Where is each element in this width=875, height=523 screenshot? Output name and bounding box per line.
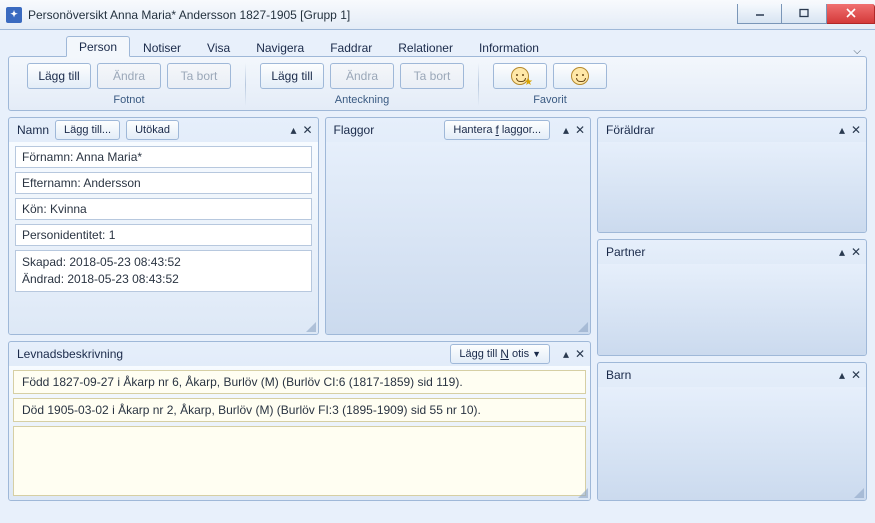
panel-flaggor-body — [326, 142, 590, 334]
favorit-group-label: Favorit — [533, 94, 567, 106]
app-icon: ✦ — [6, 7, 22, 23]
panel-levnads-title: Levnadsbeskrivning — [17, 347, 123, 361]
panel-close-icon[interactable]: ✕ — [850, 123, 862, 137]
resize-grip[interactable] — [852, 486, 864, 498]
panel-barn-body — [598, 387, 866, 500]
anteckning-laggtill-button[interactable]: Lägg till — [260, 63, 324, 89]
levnads-laggtillnotis-button[interactable]: Lägg till Notis ▼ — [450, 344, 550, 364]
field-personidentitet[interactable]: Personidentitet: 1 — [15, 224, 312, 246]
panel-foraldrar-title: Föräldrar — [606, 123, 655, 137]
window-title: Personöversikt Anna Maria* Andersson 182… — [28, 8, 350, 22]
tab-notiser[interactable]: Notiser — [130, 37, 194, 57]
favorit-face-button[interactable] — [553, 63, 607, 89]
workarea: Namn Lägg till... Utökad ▴ ✕ Förnamn: An… — [8, 117, 867, 501]
panel-barn: Barn ▴ ✕ — [597, 362, 867, 501]
panel-foraldrar-body — [598, 142, 866, 232]
panel-pin-icon[interactable]: ▴ — [836, 368, 848, 382]
panel-pin-icon[interactable]: ▴ — [288, 123, 300, 137]
panel-flaggor-title: Flaggor — [334, 123, 375, 137]
field-fornamn[interactable]: Förnamn: Anna Maria* — [15, 146, 312, 168]
anteckning-tabort-button[interactable]: Ta bort — [400, 63, 464, 89]
life-event-text: Död 1905-03-02 i Åkarp nr 2, Åkarp, Burl… — [22, 403, 481, 417]
tab-person[interactable]: Person — [66, 36, 130, 57]
resize-grip[interactable] — [576, 486, 588, 498]
titlebar: ✦ Personöversikt Anna Maria* Andersson 1… — [0, 0, 875, 30]
right-column: Föräldrar ▴ ✕ Partner ▴ ✕ — [597, 117, 867, 501]
namn-laggtill-button[interactable]: Lägg till... — [55, 120, 120, 140]
field-andrad: Ändrad: 2018-05-23 08:43:52 — [22, 271, 305, 288]
client-area: Person Notiser Visa Navigera Faddrar Rel… — [0, 30, 875, 523]
tab-visa[interactable]: Visa — [194, 37, 243, 57]
life-event-text: Född 1827-09-27 i Åkarp nr 6, Åkarp, Bur… — [22, 375, 463, 389]
panel-levnads: Levnadsbeskrivning Lägg till Notis ▼ ▴ ✕… — [8, 341, 591, 501]
namn-utokad-button[interactable]: Utökad — [126, 120, 179, 140]
panel-flaggor: Flaggor Hantera flaggor... ▴ ✕ — [325, 117, 591, 335]
fotnot-tabort-button[interactable]: Ta bort — [167, 63, 231, 89]
panel-foraldrar: Föräldrar ▴ ✕ — [597, 117, 867, 233]
close-button[interactable] — [827, 4, 875, 24]
anteckning-andra-button[interactable]: Ändra — [330, 63, 394, 89]
flaggor-hantera-button[interactable]: Hantera flaggor... — [444, 120, 550, 140]
anteckning-group-label: Anteckning — [335, 94, 389, 106]
left-column: Namn Lägg till... Utökad ▴ ✕ Förnamn: An… — [8, 117, 591, 501]
field-timestamps: Skapad: 2018-05-23 08:43:52 Ändrad: 2018… — [15, 250, 312, 292]
panel-partner-title: Partner — [606, 245, 645, 259]
panel-close-icon[interactable]: ✕ — [850, 245, 862, 259]
tab-relationer[interactable]: Relationer — [385, 37, 466, 57]
panel-pin-icon[interactable]: ▴ — [836, 123, 848, 137]
list-item[interactable]: Född 1827-09-27 i Åkarp nr 6, Åkarp, Bur… — [13, 370, 586, 394]
ribbon-separator — [478, 63, 479, 106]
panel-close-icon[interactable]: ✕ — [850, 368, 862, 382]
panel-barn-title: Barn — [606, 368, 631, 382]
fotnot-laggtill-button[interactable]: Lägg till — [27, 63, 91, 89]
minimize-button[interactable] — [737, 4, 782, 24]
life-empty-area — [13, 426, 586, 496]
panel-namn-body: Förnamn: Anna Maria* Efternamn: Andersso… — [9, 142, 318, 334]
fotnot-andra-button[interactable]: Ändra — [97, 63, 161, 89]
favorit-star-button[interactable]: ★ — [493, 63, 547, 89]
resize-grip[interactable] — [576, 320, 588, 332]
panel-close-icon[interactable]: ✕ — [574, 347, 586, 361]
panel-close-icon[interactable]: ✕ — [302, 123, 314, 137]
chevron-down-icon: ▼ — [532, 349, 541, 359]
tab-information[interactable]: Information — [466, 37, 552, 57]
ribbon-separator — [245, 63, 246, 106]
fotnot-group-label: Fotnot — [113, 94, 144, 106]
face-star-icon: ★ — [511, 67, 529, 85]
panel-namn: Namn Lägg till... Utökad ▴ ✕ Förnamn: An… — [8, 117, 319, 335]
field-skapad: Skapad: 2018-05-23 08:43:52 — [22, 254, 305, 271]
panel-levnads-body: Född 1827-09-27 i Åkarp nr 6, Åkarp, Bur… — [9, 366, 590, 500]
window-controls — [737, 6, 875, 24]
panel-pin-icon[interactable]: ▴ — [836, 245, 848, 259]
ribbon-group-fotnot: Lägg till Ändra Ta bort Fotnot — [19, 63, 239, 106]
tab-navigera[interactable]: Navigera — [243, 37, 317, 57]
ribbon-group-favorit: ★ Favorit — [485, 63, 615, 106]
ribbon-tabs: Person Notiser Visa Navigera Faddrar Rel… — [8, 35, 867, 57]
tab-faddrar[interactable]: Faddrar — [317, 37, 385, 57]
ribbon: Lägg till Ändra Ta bort Fotnot Lägg till… — [8, 56, 867, 111]
panel-pin-icon[interactable]: ▴ — [560, 347, 572, 361]
field-efternamn[interactable]: Efternamn: Andersson — [15, 172, 312, 194]
maximize-button[interactable] — [782, 4, 827, 24]
panel-close-icon[interactable]: ✕ — [574, 123, 586, 137]
ribbon-group-anteckning: Lägg till Ändra Ta bort Anteckning — [252, 63, 472, 106]
list-item[interactable]: Död 1905-03-02 i Åkarp nr 2, Åkarp, Burl… — [13, 398, 586, 422]
panel-partner: Partner ▴ ✕ — [597, 239, 867, 355]
face-icon — [571, 67, 589, 85]
panel-pin-icon[interactable]: ▴ — [560, 123, 572, 137]
field-kon[interactable]: Kön: Kvinna — [15, 198, 312, 220]
panel-partner-body — [598, 264, 866, 354]
panel-namn-title: Namn — [17, 123, 49, 137]
resize-grip[interactable] — [304, 320, 316, 332]
